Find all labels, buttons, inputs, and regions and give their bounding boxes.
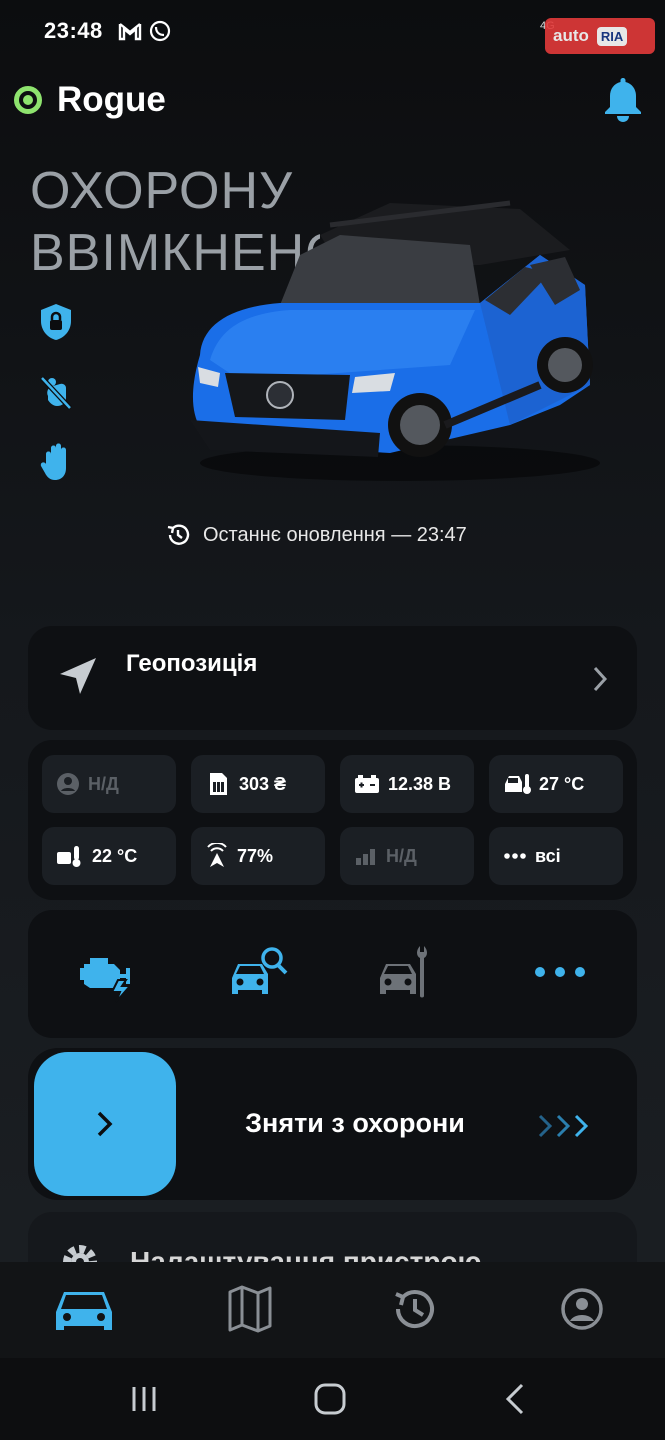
car-icon[interactable]	[52, 1284, 116, 1334]
info-tile-all[interactable]: всі	[489, 827, 623, 885]
sim-balance-icon	[210, 773, 227, 795]
home-icon[interactable]	[312, 1382, 348, 1416]
disarm-label: Зняти з охорони	[245, 1108, 465, 1138]
info-tile-battery[interactable]: 12.38 В	[340, 755, 474, 813]
engine-start-icon[interactable]	[74, 940, 138, 1004]
history-icon	[167, 524, 190, 545]
map-icon[interactable]	[218, 1284, 282, 1334]
hand-icon	[40, 443, 66, 480]
info-tile-sim-balance[interactable]: 303 ₴	[191, 755, 325, 813]
engine-temp-icon	[57, 846, 81, 867]
history-icon[interactable]	[384, 1284, 448, 1334]
car-search-icon[interactable]	[226, 940, 290, 1004]
watermark: auto RIA	[545, 18, 655, 54]
navigation-icon	[60, 658, 96, 694]
online-indicator	[14, 86, 42, 114]
notification-icons	[118, 20, 172, 44]
back-icon[interactable]	[498, 1382, 534, 1416]
car-temp-icon	[505, 774, 531, 794]
shield-lock-icon	[41, 304, 71, 340]
status-time: 23:48	[44, 18, 103, 43]
gps-signal-icon	[207, 843, 227, 867]
gsm-signal-icon	[356, 849, 375, 865]
more-icon	[504, 853, 526, 859]
hand-off-icon	[40, 376, 72, 410]
geoposition-card[interactable]	[28, 626, 637, 730]
swipe-arrows-icon	[538, 1114, 589, 1138]
gmail-icon	[118, 23, 142, 41]
last-update-text: Останнє оновлення — 23:47	[203, 523, 467, 546]
driver-icon	[57, 773, 79, 795]
car-image	[190, 200, 600, 481]
more-actions-icon[interactable]	[530, 940, 594, 1004]
chevron-right-icon	[593, 666, 608, 692]
geoposition-title: Геопозиція	[126, 650, 258, 677]
recents-icon[interactable]	[126, 1382, 162, 1416]
info-tile-engine-temp[interactable]: 22 °C	[42, 827, 176, 885]
profile-icon[interactable]	[550, 1284, 614, 1334]
device-name[interactable]: Rogue	[57, 80, 166, 120]
info-tile-gps[interactable]: 77%	[191, 827, 325, 885]
viber-icon	[149, 20, 171, 42]
disarm-slider-knob[interactable]	[34, 1052, 176, 1196]
info-tile-driver[interactable]: Н/Д	[42, 755, 176, 813]
chevron-right-icon	[97, 1111, 113, 1137]
last-update: Останнє оновлення — 23:47	[165, 522, 467, 548]
info-tile-gsm[interactable]: Н/Д	[340, 827, 474, 885]
info-tile-interior-temp[interactable]: 27 °C	[489, 755, 623, 813]
bell-icon[interactable]	[603, 76, 643, 122]
car-service-icon[interactable]	[376, 940, 440, 1004]
battery-icon	[355, 775, 379, 793]
